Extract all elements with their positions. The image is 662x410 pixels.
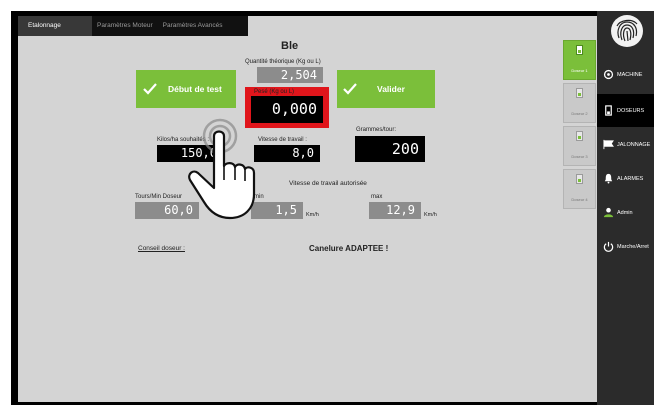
grams-per-turn-input[interactable]: 200 (355, 136, 425, 162)
sidebar-item-machine[interactable]: MACHINE (597, 58, 654, 91)
sidebar-item-label: DOSEURS (617, 107, 645, 114)
theoretical-qty-label: Quantité théorique (Kg ou L) (245, 59, 321, 65)
bell-icon (604, 173, 613, 184)
doseur-4-button[interactable]: Doseur 4 (563, 169, 596, 209)
doseur-selector: Doseur 1 Doseur 2 Doseur 3 Doseur 4 (563, 40, 596, 211)
sidebar-item-label: JALONNAGE (617, 141, 651, 148)
speed-max-unit: Km/h (424, 212, 437, 218)
tab-bar: Etalonnage Paramètres Moteur Paramètres … (18, 16, 248, 36)
speed-max-label: max (371, 194, 383, 200)
speed-min-unit: Km/h (306, 212, 319, 218)
doseur-3-label: Doseur 3 (571, 154, 588, 159)
user-icon (603, 207, 614, 218)
doseur-4-label: Doseur 4 (571, 197, 588, 202)
work-speed-label: Vitesse de travail : (258, 137, 307, 143)
doseur-2-label: Doseur 2 (571, 111, 588, 116)
grams-per-turn-label: Grammes/tour: (356, 127, 397, 133)
product-title: Ble (281, 40, 299, 52)
doseur-1-label: Doseur 1 (571, 68, 588, 73)
sidebar-item-doseurs[interactable]: DOSEURS (597, 94, 654, 127)
advice-message: Canelure ADAPTEE ! (309, 244, 389, 253)
tab-parametres-moteur[interactable]: Paramètres Moteur (92, 16, 158, 36)
hopper-icon (605, 105, 612, 116)
check-icon (343, 83, 357, 95)
theoretical-qty-value: 2,504 (257, 67, 323, 83)
start-test-button[interactable]: Début de test (136, 70, 236, 108)
sidebar-item-label: Admin (617, 209, 633, 216)
tap-hand-icon (188, 118, 256, 220)
sidebar-item-marche-arret[interactable]: Marche/Arret (597, 230, 654, 263)
advice-label: Conseil doseur : (138, 245, 185, 252)
weighed-qty-label: Pesé (Kg ou L) (254, 89, 295, 95)
gear-icon (603, 69, 614, 80)
sidebar-item-alarmes[interactable]: ALARMES (597, 162, 654, 195)
sidebar-item-admin[interactable]: Admin (597, 196, 654, 229)
doseur-2-button[interactable]: Doseur 2 (563, 83, 596, 123)
power-icon (603, 241, 614, 252)
doseur-3-button[interactable]: Doseur 3 (563, 126, 596, 166)
start-test-label: Début de test (168, 84, 222, 94)
turns-per-min-label: Tours/Min Doseur (135, 194, 183, 200)
authorized-speed-title: Vitesse de travail autorisée (289, 180, 367, 187)
validate-label: Valider (377, 84, 405, 94)
tab-etalonnage[interactable]: Etalonnage (18, 16, 92, 36)
sidebar-item-label: MACHINE (617, 71, 643, 78)
sidebar-item-label: Marche/Arret (617, 243, 649, 250)
doseur-1-button[interactable]: Doseur 1 (563, 40, 596, 80)
tab-parametres-avances[interactable]: Paramètres Avancés (158, 16, 228, 36)
sidebar-item-label: ALARMES (617, 175, 644, 182)
hopper-icon (576, 131, 583, 141)
hopper-icon (576, 88, 583, 98)
speed-max-value: 12,9 (369, 202, 421, 219)
fingerprint-icon[interactable] (610, 14, 644, 48)
hopper-icon (576, 174, 583, 184)
check-icon (143, 83, 157, 95)
flag-icon (603, 139, 614, 150)
work-speed-input[interactable]: 8,0 (254, 145, 320, 162)
validate-button[interactable]: Valider (337, 70, 435, 108)
hopper-icon (576, 45, 583, 55)
sidebar-item-jalonnage[interactable]: JALONNAGE (597, 128, 654, 161)
